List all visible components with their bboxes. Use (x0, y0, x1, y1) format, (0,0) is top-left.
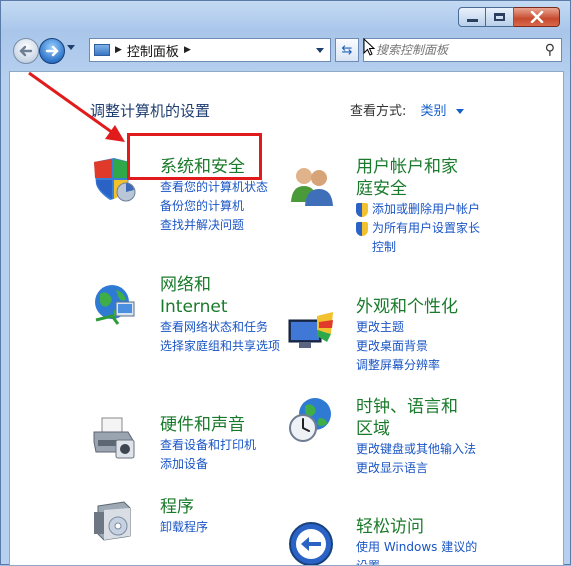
category-title-clock-line1[interactable]: 时钟、语言和 (356, 396, 480, 418)
link-homegroup-sharing[interactable]: 选择家庭组和共享选项 (160, 337, 285, 356)
control-panel-icon (94, 44, 110, 56)
category-title-ease-of-access[interactable]: 轻松访问 (356, 516, 480, 538)
annotation-highlight-box (127, 133, 262, 180)
programs-box-icon[interactable] (90, 496, 138, 544)
category-title-appearance[interactable]: 外观和个性化 (356, 296, 480, 318)
link-change-theme[interactable]: 更改主题 (356, 318, 480, 337)
link-change-display-language[interactable]: 更改显示语言 (356, 459, 480, 478)
page-title: 调整计算机的设置 (90, 102, 211, 120)
search-icon[interactable]: ⚲ (545, 42, 555, 58)
category-title-clock-line2[interactable]: 区域 (356, 418, 480, 440)
view-by-control: 查看方式: 类别 (350, 100, 464, 119)
link-add-remove-users[interactable]: 添加或删除用户帐户 (372, 200, 480, 219)
forward-button[interactable] (39, 38, 65, 64)
category-appearance: 外观和个性化 更改主题 更改桌面背景 调整屏幕分辨率 (356, 296, 480, 375)
link-change-input-method[interactable]: 更改键盘或其他输入法 (356, 440, 480, 459)
ease-of-access-icon[interactable] (287, 520, 335, 566)
forward-arrow-icon (45, 45, 59, 57)
link-screen-resolution[interactable]: 调整屏幕分辨率 (356, 356, 480, 375)
link-parental-controls[interactable]: 为所有用户设置家长控制 (372, 219, 480, 257)
uac-shield-icon (356, 203, 368, 217)
refresh-button[interactable]: ⇆ (335, 38, 359, 62)
uac-link-row: 添加或删除用户帐户 (356, 200, 480, 219)
search-box[interactable]: ⚲ (363, 38, 562, 62)
category-title-users-line2[interactable]: 庭安全 (356, 178, 480, 200)
category-user-accounts: 用户帐户和家 庭安全 添加或删除用户帐户 为所有用户设置家长控制 (356, 156, 480, 257)
category-title-network-line1[interactable]: 网络和 (160, 274, 285, 296)
link-change-background[interactable]: 更改桌面背景 (356, 337, 480, 356)
uac-shield-icon (356, 222, 368, 236)
appearance-monitor-icon[interactable] (287, 308, 335, 356)
control-panel-window: ▶ 控制面板 ▶ ⇆ ⚲ 调整计算机的设置 查看方式: 类别 (0, 0, 571, 566)
caption-buttons (458, 7, 560, 27)
link-view-computer-status[interactable]: 查看您的计算机状态 (160, 178, 285, 197)
category-title-users-line1[interactable]: 用户帐户和家 (356, 156, 480, 178)
clock-globe-icon[interactable] (287, 396, 335, 444)
maximize-icon (494, 13, 505, 21)
link-uninstall-program[interactable]: 卸载程序 (160, 518, 285, 537)
view-by-dropdown[interactable]: 类别 (421, 104, 447, 119)
category-title-hardware-sound[interactable]: 硬件和声音 (160, 414, 285, 436)
refresh-icon: ⇆ (341, 42, 353, 58)
minimize-button[interactable] (458, 7, 486, 27)
printer-icon[interactable] (90, 414, 138, 462)
link-view-network-status[interactable]: 查看网络状态和任务 (160, 318, 285, 337)
address-bar[interactable]: ▶ 控制面板 ▶ (89, 38, 331, 62)
search-input[interactable] (374, 42, 538, 58)
link-troubleshoot[interactable]: 查找并解决问题 (160, 216, 285, 235)
link-backup-computer[interactable]: 备份您的计算机 (160, 197, 285, 216)
navigation-bar: ▶ 控制面板 ▶ ⇆ ⚲ (9, 37, 562, 67)
breadcrumb-control-panel[interactable]: 控制面板 (127, 41, 179, 60)
maximize-button[interactable] (486, 7, 514, 27)
network-globe-icon[interactable] (90, 280, 138, 328)
category-programs: 程序 卸载程序 (160, 496, 285, 537)
content-pane: 调整计算机的设置 查看方式: 类别 系统和安全 查看您的计算机状态 备份您的计算… (9, 71, 564, 566)
view-by-label: 查看方式: (350, 104, 407, 119)
mouse-cursor-icon (363, 37, 376, 60)
link-windows-suggested-settings[interactable]: 使用 Windows 建议的设置 (356, 538, 480, 565)
category-ease-of-access: 轻松访问 使用 Windows 建议的设置 (356, 516, 480, 565)
close-button[interactable] (514, 7, 560, 27)
minimize-icon (466, 19, 478, 22)
users-icon[interactable] (287, 162, 335, 210)
breadcrumb-chevron-icon[interactable]: ▶ (184, 45, 191, 55)
link-add-device[interactable]: 添加设备 (160, 455, 285, 474)
category-title-programs[interactable]: 程序 (160, 496, 285, 518)
back-button[interactable] (13, 38, 39, 64)
address-dropdown-icon[interactable] (316, 47, 324, 53)
category-network-internet: 网络和 Internet 查看网络状态和任务 选择家庭组和共享选项 (160, 274, 285, 356)
category-hardware-sound: 硬件和声音 查看设备和打印机 添加设备 (160, 414, 285, 474)
uac-link-row: 为所有用户设置家长控制 (356, 219, 480, 257)
recent-pages-dropdown[interactable] (67, 45, 75, 50)
link-devices-printers[interactable]: 查看设备和打印机 (160, 436, 285, 455)
close-icon (530, 11, 543, 23)
category-clock-language: 时钟、语言和 区域 更改键盘或其他输入法 更改显示语言 (356, 396, 480, 478)
back-arrow-icon (19, 45, 33, 57)
breadcrumb-chevron-icon[interactable]: ▶ (115, 45, 122, 55)
chevron-down-icon[interactable] (455, 109, 464, 114)
category-title-network-line2[interactable]: Internet (160, 296, 285, 318)
